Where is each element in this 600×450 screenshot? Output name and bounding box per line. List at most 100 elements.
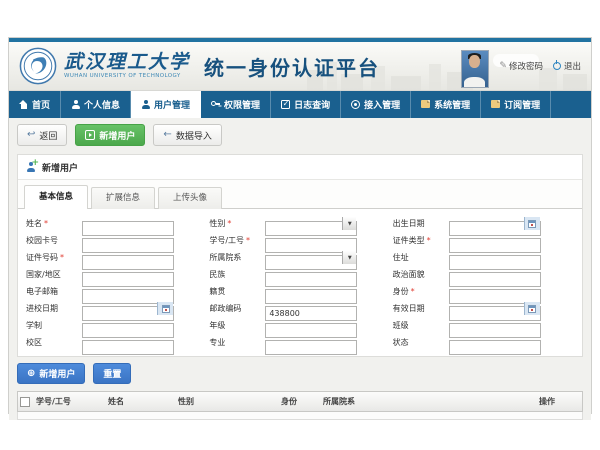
native-place-field bbox=[265, 284, 357, 299]
field-label-postal-code: 邮政编码 bbox=[209, 303, 265, 314]
user-icon bbox=[71, 100, 80, 109]
book-icon bbox=[421, 100, 430, 109]
nav-tab-subscription-management[interactable]: 订阅管理 bbox=[481, 91, 551, 118]
field-label-major: 专业 bbox=[209, 337, 265, 348]
book-icon bbox=[491, 100, 500, 109]
calendar-icon bbox=[528, 220, 536, 228]
content-area: ↩ 返回 新增用户 ← 数据导入 + 新增用户 基本信息扩展信息上传头像 姓名 *… bbox=[9, 118, 591, 420]
user-plus-icon: + bbox=[26, 162, 37, 172]
toolbar: ↩ 返回 新增用户 ← 数据导入 bbox=[17, 124, 583, 146]
required-asterisk: * bbox=[246, 236, 250, 245]
gender-field: ▼ bbox=[265, 216, 357, 231]
major-input[interactable] bbox=[265, 340, 357, 355]
user-avatar[interactable] bbox=[461, 50, 489, 88]
home-icon bbox=[19, 100, 28, 109]
form-field-ethnicity: 民族 bbox=[209, 267, 388, 282]
change-password-label: 修改密码 bbox=[509, 60, 543, 72]
field-label-campus: 校区 bbox=[26, 337, 82, 348]
nav-tab-label: 接入管理 bbox=[364, 98, 400, 111]
field-label-id-type: 证件类型* bbox=[393, 235, 449, 246]
field-label-gender: 性别* bbox=[209, 218, 265, 229]
field-label-country-region: 国家/地区 bbox=[26, 269, 82, 280]
field-label-school-system: 学制 bbox=[26, 320, 82, 331]
ethnicity-field bbox=[265, 267, 357, 282]
campus-card-field bbox=[82, 233, 174, 248]
back-button-label: 返回 bbox=[39, 129, 57, 142]
back-arrow-icon: ↩ bbox=[27, 130, 35, 140]
tab-basic-info[interactable]: 基本信息 bbox=[24, 185, 88, 209]
department-dropdown-button[interactable]: ▼ bbox=[342, 251, 356, 264]
form-field-grade: 年级 bbox=[209, 318, 388, 333]
field-label-political-status: 政治面貌 bbox=[393, 269, 449, 280]
country-region-field bbox=[82, 267, 174, 282]
field-label-student-id: 学号/工号* bbox=[209, 235, 265, 246]
data-import-button[interactable]: ← 数据导入 bbox=[153, 124, 221, 146]
nav-tab-user-management[interactable]: 用户管理 bbox=[131, 91, 201, 118]
import-arrow-icon: ← bbox=[163, 130, 171, 140]
form-field-campus: 校区 bbox=[26, 335, 205, 350]
field-label-department: 所属院系 bbox=[209, 252, 265, 263]
calendar-icon bbox=[162, 305, 170, 313]
campus-field bbox=[82, 335, 174, 350]
nav-tab-label: 个人信息 bbox=[84, 98, 120, 111]
field-label-identity: 身份* bbox=[393, 286, 449, 297]
panel-title: 新增用户 bbox=[42, 161, 78, 174]
form-actions: ⊕ 新增用户 重置 bbox=[17, 363, 583, 384]
campus-input[interactable] bbox=[82, 340, 174, 355]
status-field bbox=[449, 335, 541, 350]
nav-tab-home[interactable]: 首页 bbox=[9, 91, 61, 118]
field-label-ethnicity: 民族 bbox=[209, 269, 265, 280]
change-password-link[interactable]: ✎ 修改密码 bbox=[499, 60, 543, 72]
required-asterisk: * bbox=[411, 287, 415, 296]
form-field-status: 状态 bbox=[393, 335, 572, 350]
column-header: 学号/工号 bbox=[36, 396, 108, 407]
data-import-label: 数据导入 bbox=[176, 129, 212, 142]
field-label-birth-date: 出生日期 bbox=[393, 218, 449, 229]
calendar-icon bbox=[528, 305, 536, 313]
results-table-empty-body bbox=[17, 412, 583, 420]
panel-title-row: + 新增用户 bbox=[18, 155, 582, 180]
nav-tab-permission-management[interactable]: 权限管理 bbox=[201, 91, 271, 118]
add-user-toolbar-button[interactable]: 新增用户 bbox=[75, 124, 145, 146]
form-field-valid-date: 有效日期 bbox=[393, 301, 572, 316]
results-table-header: 学号/工号姓名性别身份所属院系操作 bbox=[17, 391, 583, 412]
nav-tab-log-query[interactable]: 日志查询 bbox=[271, 91, 341, 118]
form-field-email: 电子邮箱 bbox=[26, 284, 205, 299]
nav-tab-label: 系统管理 bbox=[434, 98, 470, 111]
valid-date-calendar-button[interactable] bbox=[524, 302, 540, 315]
nav-tab-personal-info[interactable]: 个人信息 bbox=[61, 91, 131, 118]
field-label-address: 住址 bbox=[393, 252, 449, 263]
birth-date-calendar-button[interactable] bbox=[524, 217, 540, 230]
required-asterisk: * bbox=[60, 253, 64, 262]
department-field: ▼ bbox=[265, 250, 357, 265]
add-user-panel: + 新增用户 基本信息扩展信息上传头像 姓名*性别*▼出生日期校园卡号学号/工号… bbox=[17, 154, 583, 357]
enroll-date-calendar-button[interactable] bbox=[157, 302, 173, 315]
logout-link[interactable]: 退出 bbox=[553, 60, 581, 72]
status-input[interactable] bbox=[449, 340, 541, 355]
form-field-birth-date: 出生日期 bbox=[393, 216, 572, 231]
select-all-checkbox[interactable] bbox=[20, 397, 30, 407]
back-button[interactable]: ↩ 返回 bbox=[17, 124, 67, 146]
field-label-valid-date: 有效日期 bbox=[393, 303, 449, 314]
column-header: 姓名 bbox=[108, 396, 178, 407]
add-user-toolbar-label: 新增用户 bbox=[99, 129, 135, 142]
required-asterisk: * bbox=[44, 219, 48, 228]
column-header: 性别 bbox=[178, 396, 281, 407]
submit-add-user-button[interactable]: ⊕ 新增用户 bbox=[17, 363, 85, 384]
identity-field bbox=[449, 284, 541, 299]
form-field-major: 专业 bbox=[209, 335, 388, 350]
column-header: 身份 bbox=[281, 396, 323, 407]
university-name-cn: 武汉理工大学 bbox=[64, 53, 190, 72]
valid-date-field bbox=[449, 301, 541, 316]
nav-tab-label: 订阅管理 bbox=[504, 98, 540, 111]
main-nav: 首页 个人信息用户管理权限管理日志查询 接入管理 系统管理 订阅管理 bbox=[9, 91, 591, 118]
gender-dropdown-button[interactable]: ▼ bbox=[342, 217, 356, 230]
nav-tab-access-management[interactable]: 接入管理 bbox=[341, 91, 411, 118]
nav-tab-system-management[interactable]: 系统管理 bbox=[411, 91, 481, 118]
form-field-department: 所属院系 ▼ bbox=[209, 250, 388, 265]
tab-upload-avatar[interactable]: 上传头像 bbox=[158, 187, 222, 209]
reset-button[interactable]: 重置 bbox=[93, 363, 131, 384]
key-icon bbox=[211, 100, 220, 109]
tab-extended-info[interactable]: 扩展信息 bbox=[91, 187, 155, 209]
required-asterisk: * bbox=[427, 236, 431, 245]
